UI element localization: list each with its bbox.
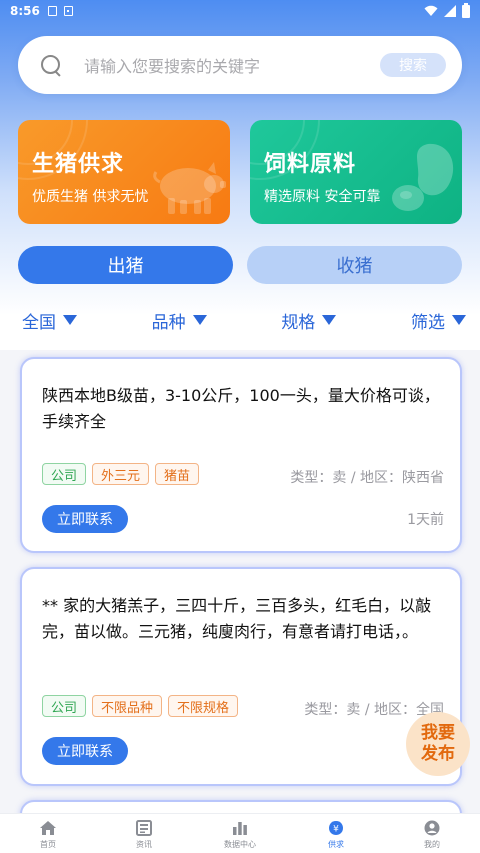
filter-region[interactable]: 全国 [22,306,77,334]
tab-buy-pigs[interactable]: 收猪 [247,246,462,284]
listing-tag: 公司 [42,695,87,717]
wifi-icon [424,5,438,16]
filter-label: 规格 [281,312,316,333]
listing-tag: 不限规格 [168,695,239,717]
tab-label: 数据中心 [224,840,256,849]
tab-news[interactable]: 资讯 [96,814,192,853]
banner-feed-material[interactable]: 饲料原料 精选原料 安全可靠 [250,120,462,224]
user-icon [424,820,440,836]
filter-breed[interactable]: 品种 [152,306,207,334]
notification-icon [63,6,73,16]
listing-tag: 不限品种 [92,695,163,717]
listing-description: 陕西本地B级苗，3-10公斤，100一头，量大价格可谈，手续齐全 [42,386,440,431]
contact-button[interactable]: 立即联系 [42,737,128,765]
filter-label: 品种 [151,312,186,333]
search-bar[interactable]: 请输入您要搜索的关键字 搜索 [18,36,462,94]
listing-age: 1天前 [407,512,444,528]
bean-icon [392,143,454,211]
banner-live-pig[interactable]: 生猪供求 优质生猪 供求无忧 [18,120,230,224]
tab-sell-pigs[interactable]: 出猪 [18,246,233,284]
dropdown-triangle-icon [192,315,207,325]
dropdown-triangle-icon [451,315,466,325]
tab-home[interactable]: 首页 [0,814,96,853]
publish-label: 我要 [421,723,455,743]
search-icon [40,54,62,76]
listing-tags: 公司 外三元 猪苗 [42,463,200,485]
contact-button[interactable]: 立即联系 [42,505,128,533]
filter-label: 全国 [22,312,56,333]
supply-icon: ¥ [329,821,343,835]
filter-label: 筛选 [410,312,445,333]
status-time: 8:56 [10,4,40,18]
publish-label: 发布 [421,744,455,764]
bottom-tab-bar: 首页 资讯 数据中心 ¥ 供求 我的 [0,813,480,853]
tab-label: 首页 [40,840,56,849]
listing-tag: 公司 [42,463,87,485]
search-button[interactable]: 搜索 [380,53,446,77]
listing-tags: 公司 不限品种 不限规格 [42,695,239,717]
tab-label: 我的 [424,840,440,849]
tab-data-center[interactable]: 数据中心 [192,814,288,853]
listing-card[interactable]: ** 家的大猪羔子，三四十斤，三百多头，红毛白，以敲完，苗以做。三元猪，纯廋肉行… [20,567,462,786]
tab-profile[interactable]: 我的 [384,814,480,853]
publish-button[interactable]: 我要 发布 [406,712,470,776]
filter-more[interactable]: 筛选 [411,306,466,334]
listing-meta: 类型：卖 / 地区：陕西省 [290,470,444,486]
listing-tag: 外三元 [92,463,150,485]
dropdown-triangle-icon [63,315,77,325]
battery-icon [462,2,470,18]
notification-icon [47,6,57,16]
news-icon [136,820,152,836]
pig-icon [153,162,226,214]
listing-description: ** 家的大猪羔子，三四十斤，三百多头，红毛白，以敲完，苗以做。三元猪，纯廋肉行… [42,596,432,641]
filter-spec[interactable]: 规格 [281,306,337,334]
tab-supply-demand[interactable]: ¥ 供求 [288,814,384,853]
listing-tag: 猪苗 [155,463,200,485]
listing-card[interactable]: 陕西本地B级苗，3-10公斤，100一头，量大价格可谈，手续齐全 公司 外三元 … [20,357,462,553]
filter-bar: 全国 品种 规格 筛选 [0,306,480,334]
dropdown-triangle-icon [322,315,337,325]
home-icon [40,821,56,835]
status-bar: 8:56 [0,0,480,22]
chart-icon [233,822,247,835]
signal-icon [444,5,456,17]
svg-text:¥: ¥ [333,825,339,835]
search-input[interactable]: 请输入您要搜索的关键字 [84,53,380,77]
tab-label: 资讯 [136,840,152,849]
tab-label: 供求 [328,840,344,849]
